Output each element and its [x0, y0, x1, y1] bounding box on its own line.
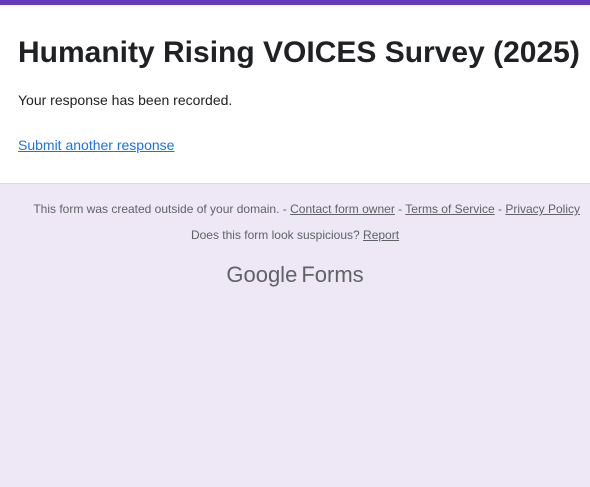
separator: - [494, 202, 506, 216]
footer-domain-notice: This form was created outside of your do… [0, 202, 580, 216]
submit-another-response-link[interactable]: Submit another response [18, 137, 174, 153]
brand-google-text: Google [226, 262, 298, 287]
separator: - [279, 202, 291, 216]
form-title: Humanity Rising VOICES Survey (2025) [18, 36, 580, 69]
separator: - [394, 202, 406, 216]
terms-of-service-link[interactable]: Terms of Service [405, 202, 494, 216]
brand-forms-text: Forms [301, 262, 364, 287]
suspicious-question: Does this form look suspicious? [190, 228, 360, 242]
contact-form-owner-link[interactable]: Contact form owner [290, 202, 395, 216]
domain-notice-text: This form was created outside of your do… [33, 202, 280, 216]
confirmation-message: Your response has been recorded. [18, 92, 233, 108]
privacy-policy-link[interactable]: Privacy Policy [505, 202, 580, 216]
google-forms-logo[interactable]: Google Forms [0, 262, 590, 288]
footer-report-line: Does this form look suspicious? Report [0, 228, 590, 242]
page: Humanity Rising VOICES Survey (2025) You… [0, 0, 590, 487]
report-link[interactable]: Report [363, 228, 399, 242]
